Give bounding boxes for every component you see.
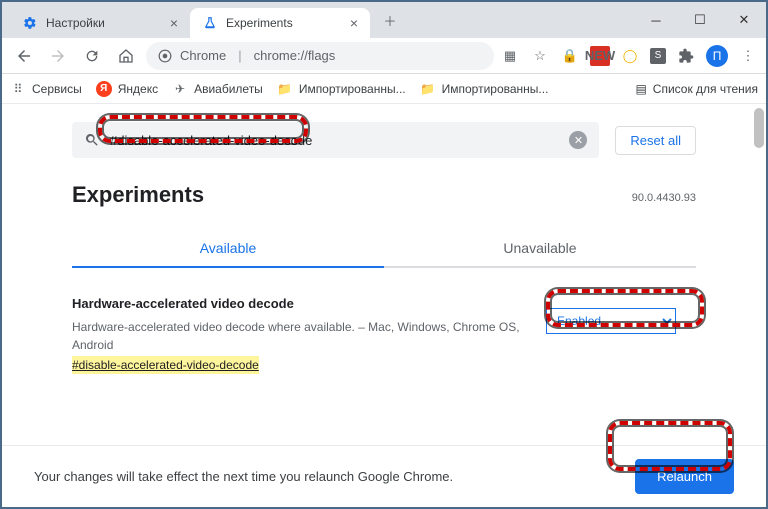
new-tab-button[interactable]: ＋ bbox=[376, 6, 404, 34]
relaunch-message: Your changes will take effect the next t… bbox=[34, 469, 453, 484]
address-bar[interactable]: Chrome | chrome://flags bbox=[146, 42, 494, 70]
close-icon[interactable]: × bbox=[350, 15, 358, 31]
reload-button[interactable] bbox=[78, 42, 106, 70]
page-title: Experiments bbox=[72, 182, 696, 208]
tab-unavailable[interactable]: Unavailable bbox=[384, 230, 696, 266]
bookmark-yandex[interactable]: ЯЯндекс bbox=[96, 81, 158, 97]
search-input[interactable] bbox=[110, 133, 559, 148]
bookmarks-bar: ⠿Сервисы ЯЯндекс ✈Авиабилеты 📁Импортиров… bbox=[2, 74, 766, 104]
close-window-button[interactable]: ✕ bbox=[722, 5, 766, 35]
yandex-icon: Я bbox=[96, 81, 112, 97]
flag-item: Hardware-accelerated video decode Hardwa… bbox=[72, 294, 696, 374]
bookmark-icon[interactable]: ☆ bbox=[530, 46, 550, 66]
qr-icon[interactable]: ▦ bbox=[500, 46, 520, 66]
toolbar-right-icons: ▦ ☆ 🔒 NEW ◯ S П ⋮ bbox=[500, 45, 758, 67]
apps-shortcut[interactable]: ⠿Сервисы bbox=[10, 81, 82, 97]
reading-list[interactable]: ▤Список для чтения bbox=[635, 82, 758, 96]
browser-tab-experiments[interactable]: Experiments × bbox=[190, 8, 370, 38]
reset-all-button[interactable]: Reset all bbox=[615, 126, 696, 155]
folder-icon: 📁 bbox=[420, 81, 436, 97]
tab-strip: Настройки × Experiments × ＋ ─ ☐ ✕ bbox=[2, 2, 766, 38]
menu-icon[interactable]: ⋮ bbox=[738, 46, 758, 66]
flag-description: Hardware-accelerated video decode where … bbox=[72, 320, 520, 352]
tab-title: Настройки bbox=[46, 16, 105, 30]
url-path: chrome://flags bbox=[254, 48, 336, 63]
bookmark-folder-1[interactable]: 📁Импортированны... bbox=[277, 81, 406, 97]
flask-icon bbox=[202, 15, 218, 31]
apps-icon: ⠿ bbox=[10, 81, 26, 97]
search-icon bbox=[84, 132, 100, 148]
maximize-button[interactable]: ☐ bbox=[678, 5, 722, 35]
scrollbar[interactable] bbox=[754, 108, 764, 148]
browser-tab-settings[interactable]: Настройки × bbox=[10, 8, 190, 38]
forward-button[interactable] bbox=[44, 42, 72, 70]
url-scheme: Chrome bbox=[180, 48, 226, 63]
new-badge-icon[interactable]: NEW bbox=[590, 46, 610, 66]
plane-icon: ✈ bbox=[172, 81, 188, 97]
window-controls: ─ ☐ ✕ bbox=[634, 5, 766, 35]
experiment-tabs: Available Unavailable bbox=[72, 230, 696, 268]
flag-anchor-link[interactable]: #disable-accelerated-video-decode bbox=[72, 356, 259, 374]
list-icon: ▤ bbox=[635, 82, 646, 96]
lock-icon[interactable]: 🔒 bbox=[560, 46, 580, 66]
gear-icon bbox=[22, 15, 38, 31]
tab-title: Experiments bbox=[226, 16, 293, 30]
profile-avatar[interactable]: П bbox=[706, 45, 728, 67]
clear-search-icon[interactable]: ✕ bbox=[569, 131, 587, 149]
folder-icon: 📁 bbox=[277, 81, 293, 97]
close-icon[interactable]: × bbox=[170, 15, 178, 31]
s-extension-icon[interactable]: S bbox=[650, 48, 666, 64]
bookmark-folder-2[interactable]: 📁Импортированны... bbox=[420, 81, 549, 97]
back-button[interactable] bbox=[10, 42, 38, 70]
minimize-button[interactable]: ─ bbox=[634, 5, 678, 35]
circle-icon[interactable]: ◯ bbox=[620, 46, 640, 66]
relaunch-button[interactable]: Relaunch bbox=[635, 459, 734, 494]
flag-title: Hardware-accelerated video decode bbox=[72, 294, 526, 314]
flags-search-box[interactable]: ✕ bbox=[72, 122, 599, 158]
chrome-icon bbox=[158, 49, 172, 63]
bookmark-avia[interactable]: ✈Авиабилеты bbox=[172, 81, 263, 97]
browser-toolbar: Chrome | chrome://flags ▦ ☆ 🔒 NEW ◯ S П … bbox=[2, 38, 766, 74]
extensions-icon[interactable] bbox=[676, 46, 696, 66]
version-label: 90.0.4430.93 bbox=[632, 192, 696, 204]
flag-state-select[interactable]: DefaultEnabledDisabled bbox=[546, 308, 676, 334]
page-content: ✕ Reset all Experiments 90.0.4430.93 Ava… bbox=[2, 104, 766, 507]
home-button[interactable] bbox=[112, 42, 140, 70]
relaunch-bar: Your changes will take effect the next t… bbox=[2, 445, 766, 507]
tab-available[interactable]: Available bbox=[72, 230, 384, 266]
